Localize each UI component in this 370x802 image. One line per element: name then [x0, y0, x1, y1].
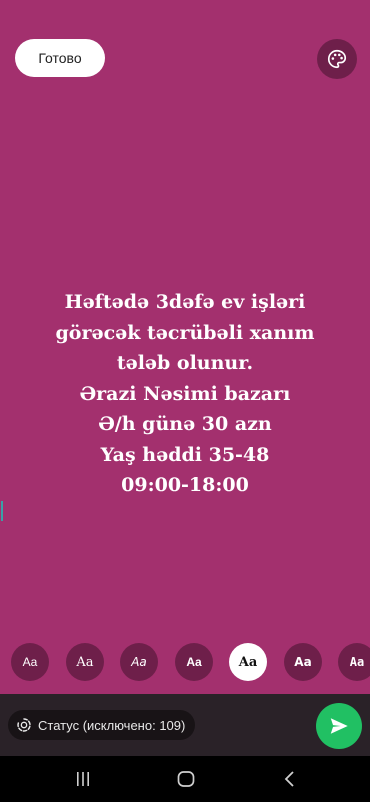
back-icon: [284, 771, 294, 787]
font-option-mono[interactable]: Aa: [338, 643, 370, 681]
font-option-serif[interactable]: Aa: [66, 643, 104, 681]
text-cursor: [1, 500, 3, 521]
home-icon: [177, 771, 195, 787]
font-picker: Aa Aa Aa Aa Aa Aa Aa: [0, 643, 370, 683]
font-option-serif-bold-selected[interactable]: Aa: [229, 643, 267, 681]
status-text-line: Yaş həddi 35-48: [100, 443, 270, 466]
status-text-line: 09:00-18:00: [121, 474, 249, 496]
status-text-last-line: 09:00-18:00: [0, 470, 370, 521]
status-text-line: Ərazi Nəsimi bazarı: [79, 382, 291, 405]
status-text-line: Ə/h günə 30 azn: [98, 413, 272, 435]
status-ring-icon: [17, 718, 31, 732]
back-button[interactable]: [280, 769, 300, 789]
status-text-line: Həftədə 3dəfə ev işləri: [64, 291, 306, 313]
font-option-sans[interactable]: Aa: [11, 643, 49, 681]
send-icon: [330, 718, 348, 734]
status-text-line: görəcək təcrübəli xanım: [55, 321, 315, 344]
status-text-line: tələb olunur.: [116, 352, 254, 374]
font-option-italic[interactable]: Aa: [120, 643, 158, 681]
palette-icon: [328, 49, 347, 69]
status-privacy-button[interactable]: Статус (исключено: 109): [8, 710, 196, 740]
font-option-bold[interactable]: Aa: [175, 643, 213, 681]
bottom-bar: Статус (исключено: 109): [0, 694, 370, 756]
done-button[interactable]: Готово: [15, 39, 105, 77]
font-option-heavy[interactable]: Aa: [284, 643, 322, 681]
home-button[interactable]: [176, 769, 196, 789]
recents-button[interactable]: [73, 769, 93, 789]
status-privacy-label: Статус (исключено: 109): [38, 717, 186, 733]
recents-icon: [77, 772, 89, 786]
system-navigation-bar: [0, 756, 370, 802]
status-text-editor[interactable]: Həftədə 3dəfə ev işləri görəcək təcrübəl…: [0, 287, 370, 521]
color-palette-button[interactable]: [317, 39, 357, 79]
send-button[interactable]: [316, 703, 362, 749]
